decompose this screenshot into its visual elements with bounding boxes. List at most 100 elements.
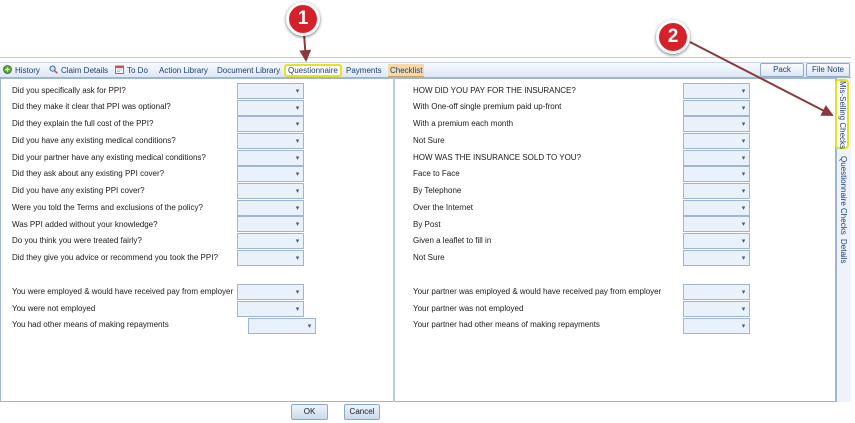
ok-button[interactable]: OK (291, 404, 328, 420)
cancel-button[interactable]: Cancel (344, 404, 380, 420)
chevron-down-icon: ▾ (295, 306, 300, 313)
callout-badge-2: 2 (656, 20, 690, 54)
chevron-down-icon: ▾ (741, 255, 746, 262)
answer-dropdown[interactable]: ▾ (237, 200, 304, 216)
tab-payments[interactable]: Payments (346, 64, 382, 77)
chevron-down-icon: ▾ (295, 205, 300, 212)
answer-dropdown[interactable]: ▾ (237, 133, 304, 149)
tab-checklist[interactable]: Checklist (388, 64, 425, 77)
chevron-down-icon: ▾ (741, 121, 746, 128)
question-label: Not Sure (413, 136, 445, 145)
side-tab-questionnaire-checks[interactable]: Questionnaire Checks (836, 156, 851, 235)
answer-dropdown[interactable]: ▾ (237, 150, 304, 166)
chevron-down-icon: ▾ (741, 155, 746, 162)
chevron-down-icon: ▾ (295, 105, 300, 112)
chevron-down-icon: ▾ (741, 171, 746, 178)
employment-label: Your partner had other means of making r… (413, 320, 600, 329)
chevron-down-icon: ▾ (295, 238, 300, 245)
tab-claim-details-label: Claim Details (61, 66, 109, 75)
answer-dropdown[interactable]: ▾ (237, 233, 304, 249)
employment-dropdown[interactable]: ▾ (237, 301, 304, 317)
chevron-down-icon: ▾ (741, 205, 746, 212)
side-tab-mis-selling-checks[interactable]: Mis-Selling Checks (835, 79, 849, 149)
history-icon (3, 65, 12, 74)
answer-dropdown[interactable]: ▾ (683, 200, 750, 216)
chevron-down-icon: ▾ (741, 323, 746, 330)
question-label: Given a leaflet to fill in (413, 236, 492, 245)
magnifier-icon (49, 65, 58, 74)
answer-dropdown[interactable]: ▾ (683, 133, 750, 149)
question-label: Did they make it clear that PPI was opti… (12, 102, 171, 111)
tab-action-library[interactable]: Action Library (159, 64, 208, 77)
answer-dropdown[interactable]: ▾ (683, 250, 750, 266)
chevron-down-icon: ▾ (741, 88, 746, 95)
chevron-down-icon: ▾ (307, 323, 312, 330)
chevron-down-icon: ▾ (295, 88, 300, 95)
answer-dropdown[interactable]: ▾ (683, 100, 750, 116)
question-label: Did they explain the full cost of the PP… (12, 119, 154, 128)
chevron-down-icon: ▾ (741, 105, 746, 112)
question-label: Did they ask about any existing PPI cove… (12, 169, 165, 178)
employment-dropdown[interactable]: ▾ (683, 318, 750, 334)
answer-dropdown[interactable]: ▾ (683, 166, 750, 182)
question-label: Were you told the Terms and exclusions o… (12, 203, 203, 212)
employment-dropdown[interactable]: ▾ (683, 301, 750, 317)
answer-dropdown[interactable]: ▾ (237, 216, 304, 232)
employment-label: You were not employed (12, 304, 96, 313)
question-label: Did you specifically ask for PPI? (12, 86, 126, 95)
question-label: Did you have any existing medical condit… (12, 136, 176, 145)
employment-label: Your partner was not employed (413, 304, 524, 313)
employment-label: Your partner was employed & would have r… (413, 287, 662, 296)
answer-dropdown[interactable]: ▾ (683, 233, 750, 249)
question-label: Did they give you advice or recommend yo… (12, 253, 218, 262)
window-top-border (0, 57, 851, 58)
answer-dropdown[interactable]: ▾ (683, 83, 750, 99)
pack-button[interactable]: Pack (760, 63, 804, 77)
side-tab-details[interactable]: Details (836, 239, 851, 265)
chevron-down-icon: ▾ (295, 255, 300, 262)
employment-dropdown[interactable]: ▾ (248, 318, 316, 334)
answer-dropdown[interactable]: ▾ (683, 116, 750, 132)
answer-dropdown[interactable]: ▾ (237, 100, 304, 116)
tab-to-do-label: To Do (127, 66, 148, 75)
chevron-down-icon: ▾ (295, 289, 300, 296)
file-note-button[interactable]: File Note (806, 63, 850, 77)
tab-document-library-label: Document Library (217, 66, 281, 75)
tab-claim-details[interactable]: Claim Details (49, 64, 108, 77)
callout-badge-1: 1 (286, 2, 320, 36)
answer-dropdown[interactable]: ▾ (237, 183, 304, 199)
chevron-down-icon: ▾ (741, 306, 746, 313)
employment-dropdown[interactable]: ▾ (683, 284, 750, 300)
tab-questionnaire[interactable]: Questionnaire (284, 64, 342, 77)
question-label: Did your partner have any existing medic… (12, 153, 206, 162)
employment-label: You had other means of making repayments (12, 320, 169, 329)
answer-dropdown[interactable]: ▾ (683, 216, 750, 232)
answer-dropdown[interactable]: ▾ (237, 250, 304, 266)
question-label: Was PPI added without your knowledge? (12, 220, 158, 229)
chevron-down-icon: ▾ (295, 138, 300, 145)
chevron-down-icon: ▾ (741, 238, 746, 245)
answer-dropdown[interactable]: ▾ (237, 116, 304, 132)
answer-dropdown[interactable]: ▾ (237, 83, 304, 99)
chevron-down-icon: ▾ (741, 221, 746, 228)
employment-dropdown[interactable]: ▾ (237, 284, 304, 300)
answer-dropdown[interactable]: ▾ (683, 183, 750, 199)
tab-document-library[interactable]: Document Library (217, 64, 280, 77)
question-heading: HOW WAS THE INSURANCE SOLD TO YOU? (413, 153, 582, 162)
tab-to-do[interactable]: To Do (115, 64, 148, 77)
tab-checklist-label: Checklist (390, 66, 423, 75)
chevron-down-icon: ▾ (295, 188, 300, 195)
answer-dropdown[interactable]: ▾ (683, 150, 750, 166)
toolbar: History Claim Details To Do Action Libra… (0, 62, 851, 78)
chevron-down-icon: ▾ (741, 188, 746, 195)
question-label: With One-off single premium paid up-fron… (413, 102, 562, 111)
employment-label: You were employed & would have received … (12, 287, 234, 296)
question-label: By Telephone (413, 186, 462, 195)
pane-divider (393, 78, 395, 402)
chevron-down-icon: ▾ (741, 138, 746, 145)
tab-payments-label: Payments (346, 66, 382, 75)
chevron-down-icon: ▾ (295, 221, 300, 228)
question-label: With a premium each month (413, 119, 514, 128)
tab-history[interactable]: History (3, 64, 40, 77)
answer-dropdown[interactable]: ▾ (237, 166, 304, 182)
